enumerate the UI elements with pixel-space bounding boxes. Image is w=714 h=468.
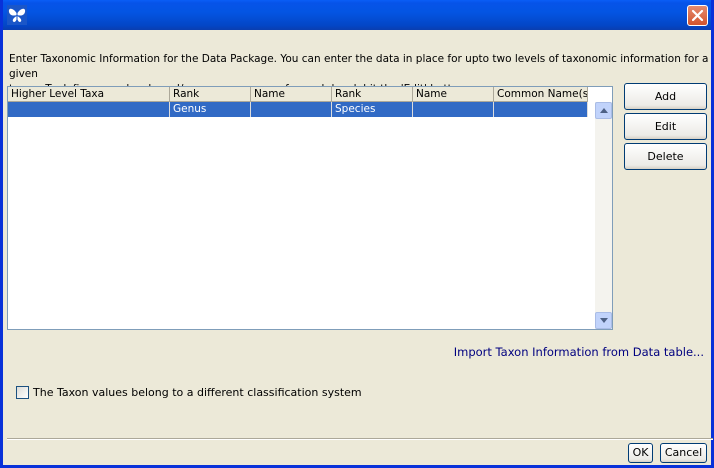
cell-name-2[interactable]: [413, 102, 494, 117]
header-name-1[interactable]: Name: [251, 87, 332, 102]
header-rank-1[interactable]: Rank: [170, 87, 251, 102]
table-header: Higher Level Taxa Rank Name Rank Name Co…: [8, 87, 594, 102]
taxa-table[interactable]: Higher Level Taxa Rank Name Rank Name Co…: [7, 86, 613, 330]
classification-checkbox-row[interactable]: The Taxon values belong to a different c…: [16, 386, 362, 399]
table-row[interactable]: Genus Species: [8, 102, 588, 117]
import-taxon-link[interactable]: Import Taxon Information from Data table…: [454, 345, 704, 359]
chevron-down-icon: [600, 318, 608, 323]
cell-higher-level-taxa[interactable]: [8, 102, 170, 117]
cell-common-names[interactable]: [494, 102, 588, 117]
chevron-up-icon: [600, 108, 608, 113]
cell-rank-2[interactable]: Species: [332, 102, 413, 117]
ok-button[interactable]: OK: [628, 443, 653, 463]
cell-rank-1[interactable]: Genus: [170, 102, 251, 117]
add-button[interactable]: Add: [624, 83, 707, 110]
classification-checkbox-label[interactable]: The Taxon values belong to a different c…: [33, 386, 362, 399]
delete-button[interactable]: Delete: [624, 143, 707, 170]
header-name-2[interactable]: Name: [413, 87, 494, 102]
scroll-up-button[interactable]: [595, 102, 612, 119]
scroll-down-button[interactable]: [595, 312, 612, 329]
close-button[interactable]: [687, 5, 708, 26]
butterfly-icon: [7, 5, 27, 25]
header-rank-2[interactable]: Rank: [332, 87, 413, 102]
instructions-line-1: Enter Taxonomic Information for the Data…: [9, 53, 709, 80]
header-common-names[interactable]: Common Name(s): [494, 87, 588, 102]
header-higher-level-taxa[interactable]: Higher Level Taxa: [8, 87, 170, 102]
taxonomic-info-dialog: Enter Taxonomic Information for the Data…: [0, 0, 714, 468]
edit-button[interactable]: Edit: [624, 113, 707, 140]
title-bar[interactable]: [3, 0, 711, 30]
footer-separator: [7, 438, 713, 440]
cell-name-1[interactable]: [251, 102, 332, 117]
cancel-button[interactable]: Cancel: [660, 443, 707, 463]
vertical-scrollbar[interactable]: [595, 102, 612, 329]
classification-checkbox[interactable]: [16, 386, 29, 399]
close-icon: [691, 9, 704, 22]
